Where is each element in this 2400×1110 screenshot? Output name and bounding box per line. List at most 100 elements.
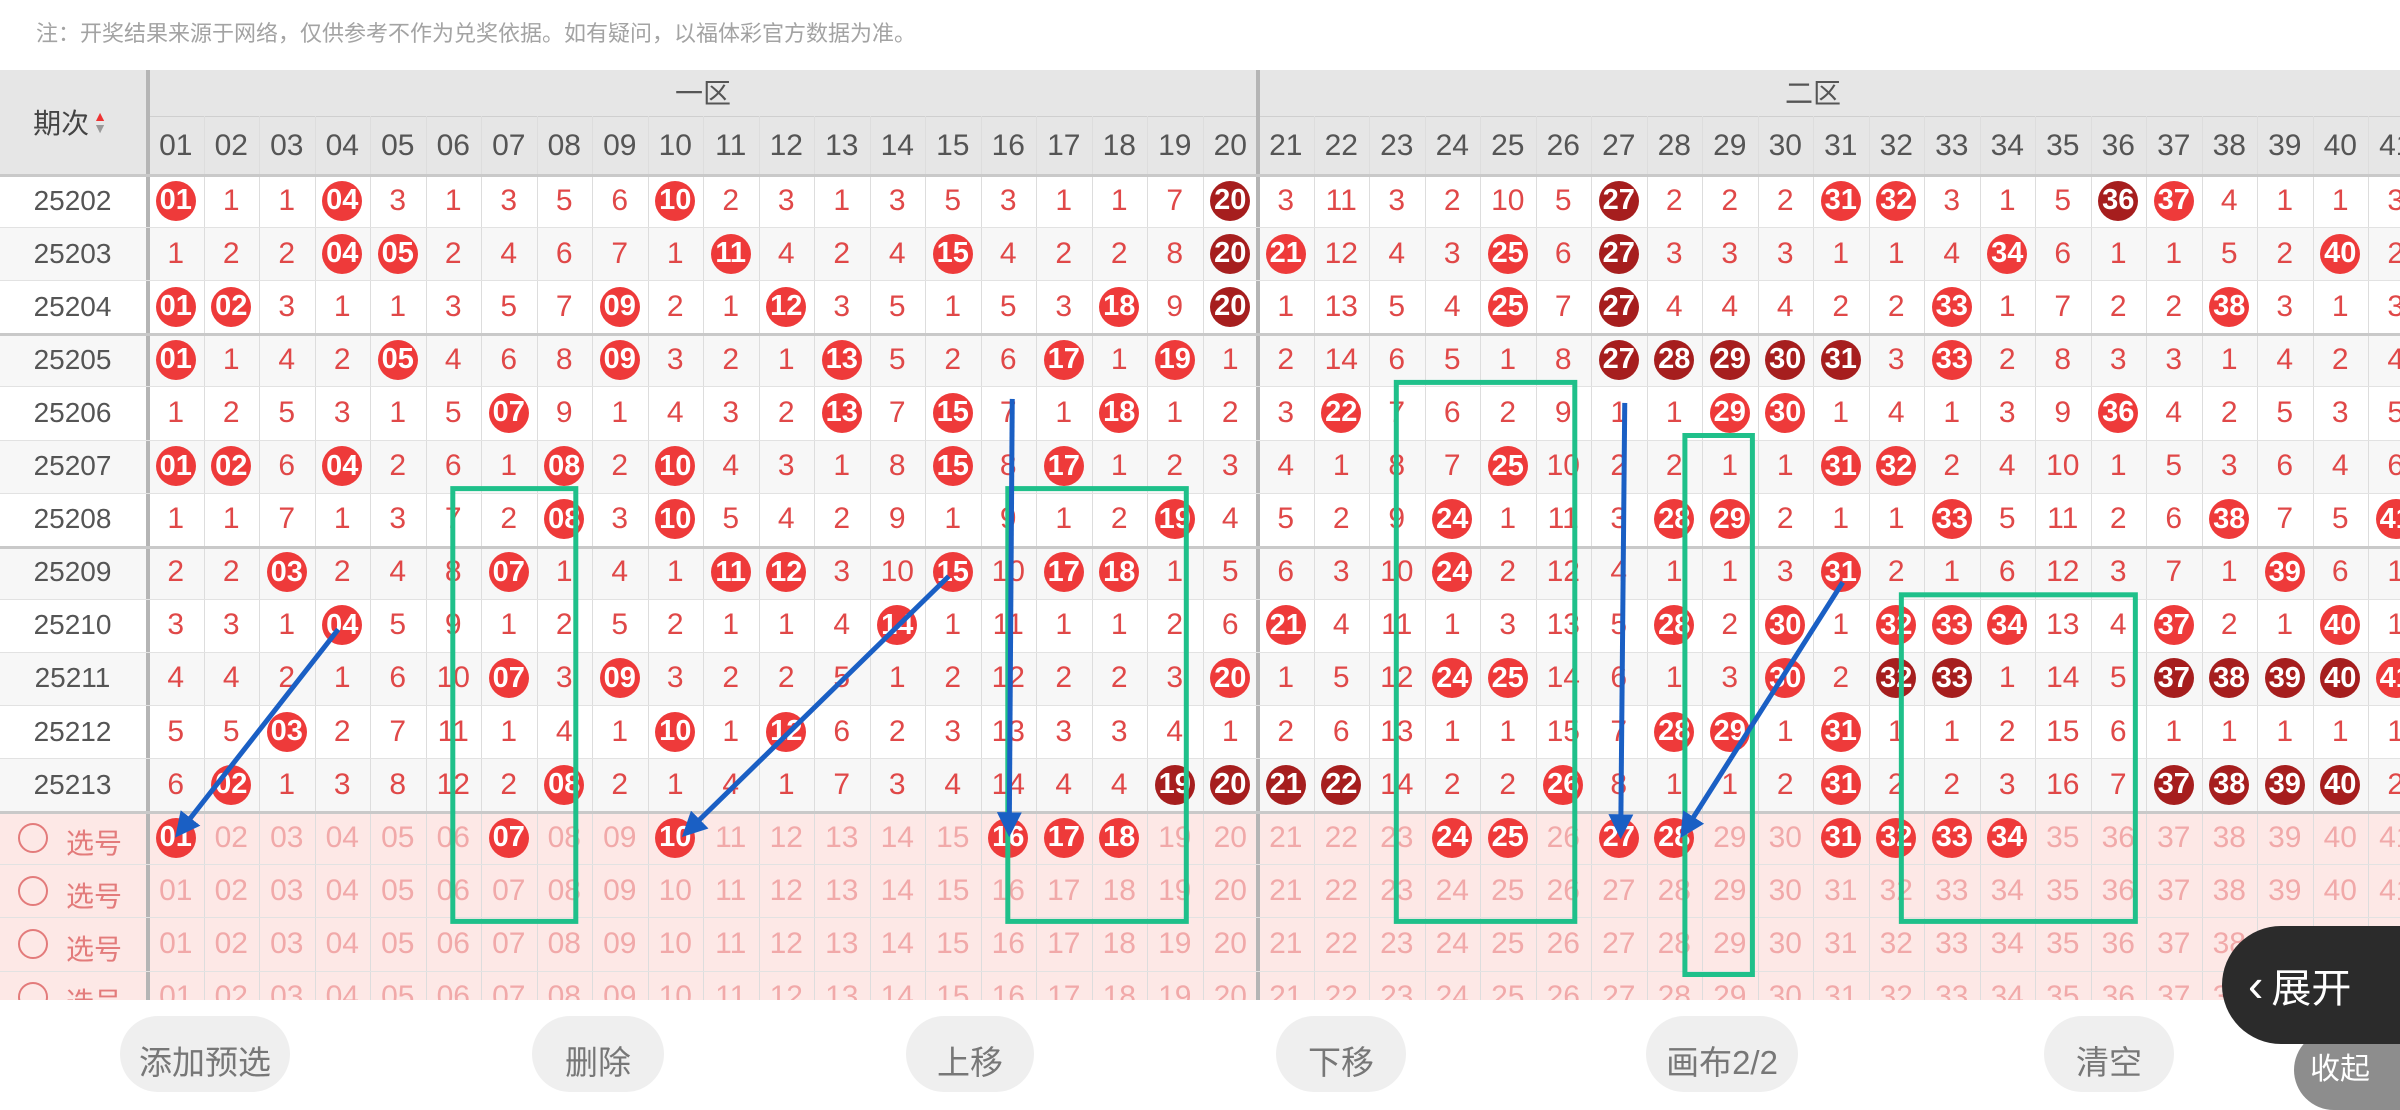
picked-ball[interactable]: 27	[1598, 817, 1639, 858]
selectable-number[interactable]: 39	[2257, 811, 2313, 864]
selectable-number[interactable]: 01	[148, 971, 204, 1000]
selectable-number[interactable]: 20	[1203, 971, 1259, 1000]
selectable-number[interactable]: 33	[1924, 864, 1980, 917]
add-preset-button[interactable]: 添加预选	[120, 1016, 290, 1092]
selectable-number[interactable]: 36	[2091, 917, 2147, 970]
move-down-button[interactable]: 下移	[1276, 1016, 1406, 1092]
selectable-number[interactable]: 40	[2313, 811, 2369, 864]
selectable-number[interactable]: 10	[648, 864, 704, 917]
selectable-number[interactable]: 06	[426, 864, 482, 917]
selectable-number[interactable]: 33	[1924, 971, 1980, 1000]
selectable-number[interactable]: 34	[1980, 971, 2036, 1000]
selectable-number[interactable]: 15	[925, 811, 981, 864]
expand-button[interactable]: ‹ 展开	[2222, 926, 2400, 1044]
selectable-number[interactable]: 04	[315, 971, 371, 1000]
selectable-number[interactable]: 17	[1036, 917, 1092, 970]
selectable-number[interactable]: 23	[1369, 917, 1425, 970]
selectable-number[interactable]: 07	[481, 971, 537, 1000]
selectable-number[interactable]: 21	[1258, 811, 1314, 864]
selectable-number[interactable]: 08	[537, 917, 593, 970]
selectable-number[interactable]: 26	[1536, 864, 1592, 917]
selectable-number[interactable]: 02	[204, 864, 260, 917]
selectable-number[interactable]: 32	[1869, 917, 1925, 970]
selectable-number[interactable]: 04	[315, 811, 371, 864]
selectable-number[interactable]: 29	[1702, 971, 1758, 1000]
selectable-number[interactable]: 19	[1147, 864, 1203, 917]
selectable-number[interactable]: 11	[703, 811, 759, 864]
move-up-button[interactable]: 上移	[906, 1016, 1034, 1092]
delete-button[interactable]: 删除	[532, 1016, 664, 1092]
selectable-number[interactable]: 13	[814, 971, 870, 1000]
selectable-number[interactable]: 13	[814, 864, 870, 917]
selectable-number[interactable]: 26	[1536, 971, 1592, 1000]
selectable-number[interactable]: 18	[1092, 864, 1148, 917]
selectable-number[interactable]: 17	[1036, 864, 1092, 917]
selectable-number[interactable]: 02	[204, 971, 260, 1000]
selectable-number[interactable]: 29	[1702, 811, 1758, 864]
selectable-number[interactable]: 07	[481, 917, 537, 970]
selectable-number[interactable]: 28	[1647, 917, 1703, 970]
selectable-number[interactable]: 14	[870, 864, 926, 917]
selectable-number[interactable]: 25	[1480, 971, 1536, 1000]
selectable-number[interactable]: 36	[2091, 971, 2147, 1000]
selectable-number[interactable]: 08	[537, 864, 593, 917]
selectable-number[interactable]: 06	[426, 811, 482, 864]
selectable-number[interactable]: 03	[259, 971, 315, 1000]
selectable-number[interactable]: 02	[204, 811, 260, 864]
selectable-number[interactable]: 05	[370, 811, 426, 864]
selectable-number[interactable]: 19	[1147, 811, 1203, 864]
selectable-number[interactable]: 22	[1314, 971, 1370, 1000]
selectable-number[interactable]: 02	[204, 917, 260, 970]
selectable-number[interactable]: 31	[1813, 971, 1869, 1000]
selectable-number[interactable]: 14	[870, 971, 926, 1000]
selectable-number[interactable]: 05	[370, 917, 426, 970]
selectable-number[interactable]: 15	[925, 971, 981, 1000]
selectable-number[interactable]: 30	[1758, 864, 1814, 917]
selectable-number[interactable]: 35	[2035, 864, 2091, 917]
selectable-number[interactable]: 13	[814, 811, 870, 864]
selectable-number[interactable]: 25	[1480, 864, 1536, 917]
selectable-number[interactable]: 38	[2202, 811, 2258, 864]
selectable-number[interactable]: 32	[1869, 971, 1925, 1000]
selectable-number[interactable]: 13	[814, 917, 870, 970]
selectable-number[interactable]: 20	[1203, 864, 1259, 917]
selectable-number[interactable]: 31	[1813, 917, 1869, 970]
selectable-number[interactable]: 26	[1536, 917, 1592, 970]
selectable-number[interactable]: 01	[148, 917, 204, 970]
selectable-number[interactable]: 21	[1258, 917, 1314, 970]
selectable-number[interactable]: 28	[1647, 971, 1703, 1000]
selectable-number[interactable]: 10	[648, 917, 704, 970]
selectable-number[interactable]: 11	[703, 864, 759, 917]
selectable-number[interactable]: 27	[1591, 917, 1647, 970]
selectable-number[interactable]: 35	[2035, 811, 2091, 864]
selectable-number[interactable]: 16	[981, 864, 1037, 917]
picked-ball[interactable]: 28	[1654, 817, 1695, 858]
clear-button[interactable]: 清空	[2044, 1016, 2174, 1092]
select-radio[interactable]	[18, 822, 48, 853]
selectable-number[interactable]: 06	[426, 917, 482, 970]
selectable-number[interactable]: 09	[592, 971, 648, 1000]
selectable-number[interactable]: 22	[1314, 917, 1370, 970]
selectable-number[interactable]: 08	[537, 811, 593, 864]
selectable-number[interactable]: 09	[592, 864, 648, 917]
selectable-number[interactable]: 34	[1980, 917, 2036, 970]
selectable-number[interactable]: 16	[981, 971, 1037, 1000]
selectable-number[interactable]: 08	[537, 971, 593, 1000]
issue-header[interactable]: 期次 ▲ ▼	[0, 70, 140, 174]
selectable-number[interactable]: 05	[370, 864, 426, 917]
picked-ball[interactable]: 16	[988, 817, 1029, 858]
selectable-number[interactable]: 34	[1980, 864, 2036, 917]
selectable-number[interactable]: 35	[2035, 917, 2091, 970]
selectable-number[interactable]: 01	[148, 864, 204, 917]
selectable-number[interactable]: 20	[1203, 917, 1259, 970]
selectable-number[interactable]: 12	[759, 864, 815, 917]
selectable-number[interactable]: 37	[2146, 864, 2202, 917]
selectable-number[interactable]: 23	[1369, 811, 1425, 864]
selectable-number[interactable]: 17	[1036, 971, 1092, 1000]
selectable-number[interactable]: 22	[1314, 864, 1370, 917]
selectable-number[interactable]: 21	[1258, 971, 1314, 1000]
selectable-number[interactable]: 25	[1480, 917, 1536, 970]
selectable-number[interactable]: 19	[1147, 971, 1203, 1000]
selectable-number[interactable]: 29	[1702, 917, 1758, 970]
selectable-number[interactable]: 28	[1647, 864, 1703, 917]
